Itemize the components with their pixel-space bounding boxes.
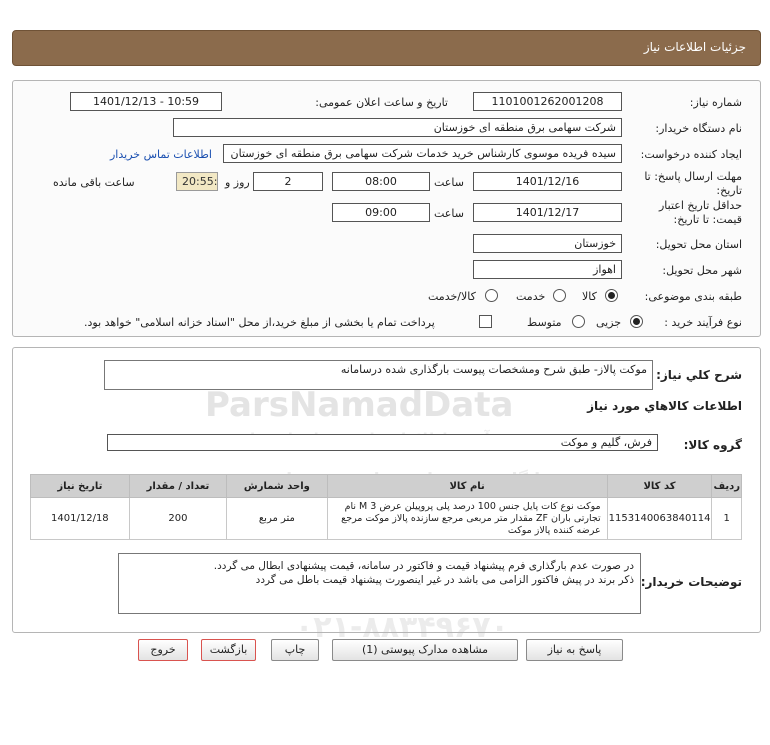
- col-name: نام کالا: [326, 474, 608, 498]
- remaining-time-field: 20:55:53: [176, 172, 218, 191]
- page-title: جزئیات اطلاعات نیاز: [643, 40, 746, 54]
- category-service-radio[interactable]: [553, 289, 566, 302]
- category-goods-service-label: کالا/خدمت: [428, 290, 476, 303]
- remaining-label: ساعت باقی مانده: [53, 176, 135, 189]
- validity-label: حداقل تاریخ اعتبار قیمت: تا تاریخ:: [658, 199, 742, 226]
- deadline-time-label: ساعت: [434, 176, 464, 189]
- goods-group-label: گروه کالا:: [683, 438, 742, 452]
- print-button[interactable]: چاپ: [271, 639, 319, 661]
- treasury-payment-checkbox[interactable]: [479, 315, 492, 328]
- days-label: روز و: [225, 176, 250, 189]
- process-minor-label: جزیی: [596, 316, 622, 329]
- category-goods-label: کالا: [582, 290, 597, 303]
- treasury-payment-note: پرداخت تمام یا بخشی از مبلغ خرید،از محل …: [84, 316, 435, 329]
- cell-code: 1153140063840114: [606, 497, 713, 540]
- need-number-label: شماره نیاز:: [689, 96, 742, 109]
- category-goods-radio[interactable]: [605, 289, 618, 302]
- buyer-notes-label: توضیحات خریدار:: [640, 575, 742, 589]
- reply-button[interactable]: پاسخ به نیاز: [526, 639, 623, 661]
- announce-date-field: 1401/12/13 - 10:59: [70, 92, 222, 111]
- buyer-org-label: نام دستگاه خریدار:: [655, 122, 742, 135]
- col-row: ردیف: [711, 474, 742, 498]
- cell-date: 1401/12/18: [30, 497, 130, 540]
- goods-section-title: اطلاعات کالاهاي مورد نياز: [587, 399, 742, 413]
- city-field: اهواز: [473, 260, 622, 279]
- summary-label: شرح کلي نياز:: [656, 368, 742, 382]
- validity-time-field: 09:00: [332, 203, 430, 222]
- creator-field: سیده فریده موسوی کارشناس خرید خدمات شرکت…: [223, 144, 622, 163]
- category-label: طبقه بندی موضوعی:: [644, 290, 742, 303]
- days-field: 2: [253, 172, 323, 191]
- process-medium-label: متوسط: [527, 316, 562, 329]
- category-goods-service-radio[interactable]: [485, 289, 498, 302]
- col-qty: تعداد / مقدار: [128, 474, 228, 498]
- announce-date-label: تاریخ و ساعت اعلان عمومی:: [315, 96, 448, 109]
- goods-table: ردیف کد کالا نام کالا واحد شمارش تعداد /…: [30, 474, 742, 540]
- back-button[interactable]: بازگشت: [201, 639, 256, 661]
- buyer-notes-line-2: ذکر برند در پیش فاکتور الزامی می باشد در…: [255, 574, 634, 586]
- table-row: 1 1153140063840114 موکت نوع کات پایل جنس…: [30, 497, 742, 540]
- province-label: استان محل تحویل:: [655, 238, 742, 251]
- buyer-notes-field: در صورت عدم بارگذاری فرم پیشنهاد قیمت و …: [118, 553, 641, 614]
- cell-unit: متر مربع: [226, 497, 328, 540]
- exit-button[interactable]: خروج: [138, 639, 188, 661]
- creator-label: ایجاد کننده درخواست:: [640, 148, 742, 161]
- buyer-org-field: شرکت سهامی برق منطقه ای خوزستان: [173, 118, 622, 137]
- cell-name: موکت نوع کات پایل جنس 100 درصد پلی پروپی…: [326, 497, 608, 540]
- cell-row: 1: [711, 497, 742, 540]
- col-unit: واحد شمارش: [226, 474, 328, 498]
- process-medium-radio[interactable]: [572, 315, 585, 328]
- category-service-label: خدمت: [516, 290, 546, 303]
- page-header: جزئیات اطلاعات نیاز: [12, 30, 761, 66]
- deadline-time-field: 08:00: [332, 172, 430, 191]
- process-minor-radio[interactable]: [630, 315, 643, 328]
- need-number-field: 1101001262001208: [473, 92, 622, 111]
- cell-qty: 200: [128, 497, 228, 540]
- deadline-date-field: 1401/12/16: [473, 172, 622, 191]
- col-date: تاریخ نیاز: [30, 474, 130, 498]
- goods-group-field: فرش، گلیم و موکت: [107, 434, 658, 451]
- process-label: نوع فرآیند خرید :: [664, 316, 742, 329]
- col-code: کد کالا: [606, 474, 713, 498]
- validity-date-field: 1401/12/17: [473, 203, 622, 222]
- buyer-notes-line-1: در صورت عدم بارگذاری فرم پیشنهاد قیمت و …: [213, 560, 634, 572]
- buyer-contact-link[interactable]: اطلاعات تماس خریدار: [110, 148, 212, 161]
- view-attachments-button[interactable]: مشاهده مدارک پیوستی (1): [332, 639, 518, 661]
- goods-table-header: ردیف کد کالا نام کالا واحد شمارش تعداد /…: [30, 474, 742, 498]
- summary-field: موکت پالاز- طبق شرح ومشخصات پیوست بارگذا…: [104, 360, 653, 390]
- city-label: شهر محل تحویل:: [662, 264, 742, 277]
- deadline-label: مهلت ارسال پاسخ: تا تاریخ:: [644, 170, 742, 197]
- validity-time-label: ساعت: [434, 207, 464, 220]
- province-field: خوزستان: [473, 234, 622, 253]
